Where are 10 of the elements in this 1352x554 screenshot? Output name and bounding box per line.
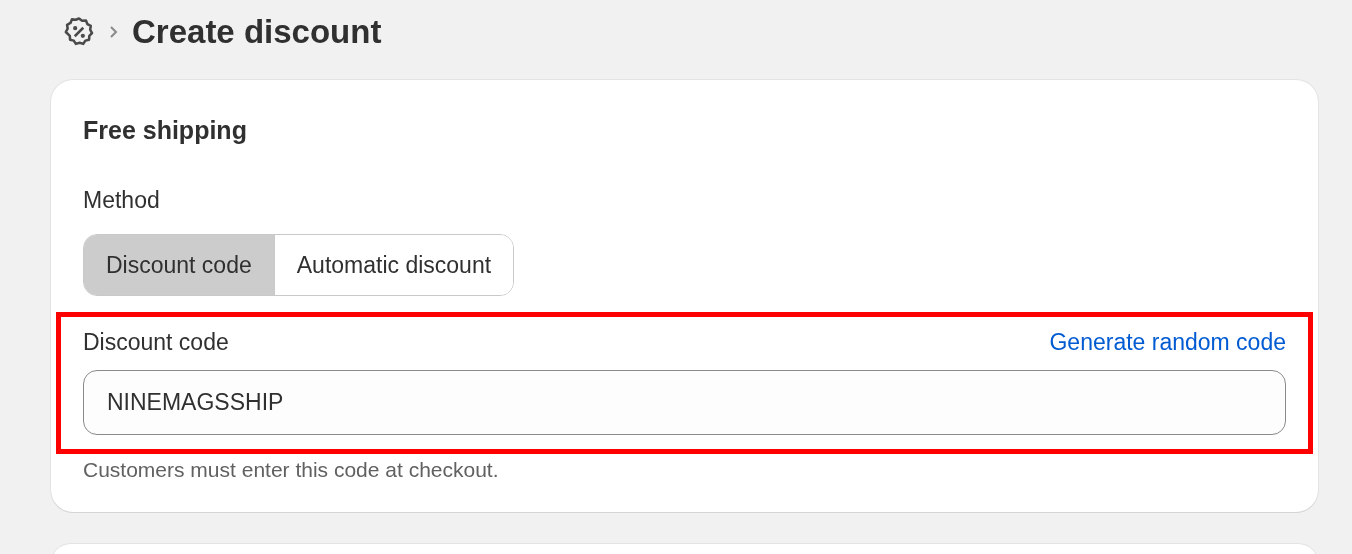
method-option[interactable]: Automatic discount: [273, 235, 514, 295]
field-hint: Customers must enter this code at checkout.: [83, 458, 500, 482]
method-option[interactable]: Discount code: [84, 235, 274, 295]
discount-code-field[interactable]: NINEMAGSSHIP: [83, 370, 1286, 435]
method-label: Method: [83, 187, 161, 214]
chevron-icon: [108, 25, 118, 39]
field-label: Discount code: [83, 329, 229, 356]
card-title: Free shipping: [83, 116, 248, 145]
page-title: Create discount: [132, 13, 382, 51]
generate-code-link[interactable]: Generate random code: [1049, 329, 1286, 356]
